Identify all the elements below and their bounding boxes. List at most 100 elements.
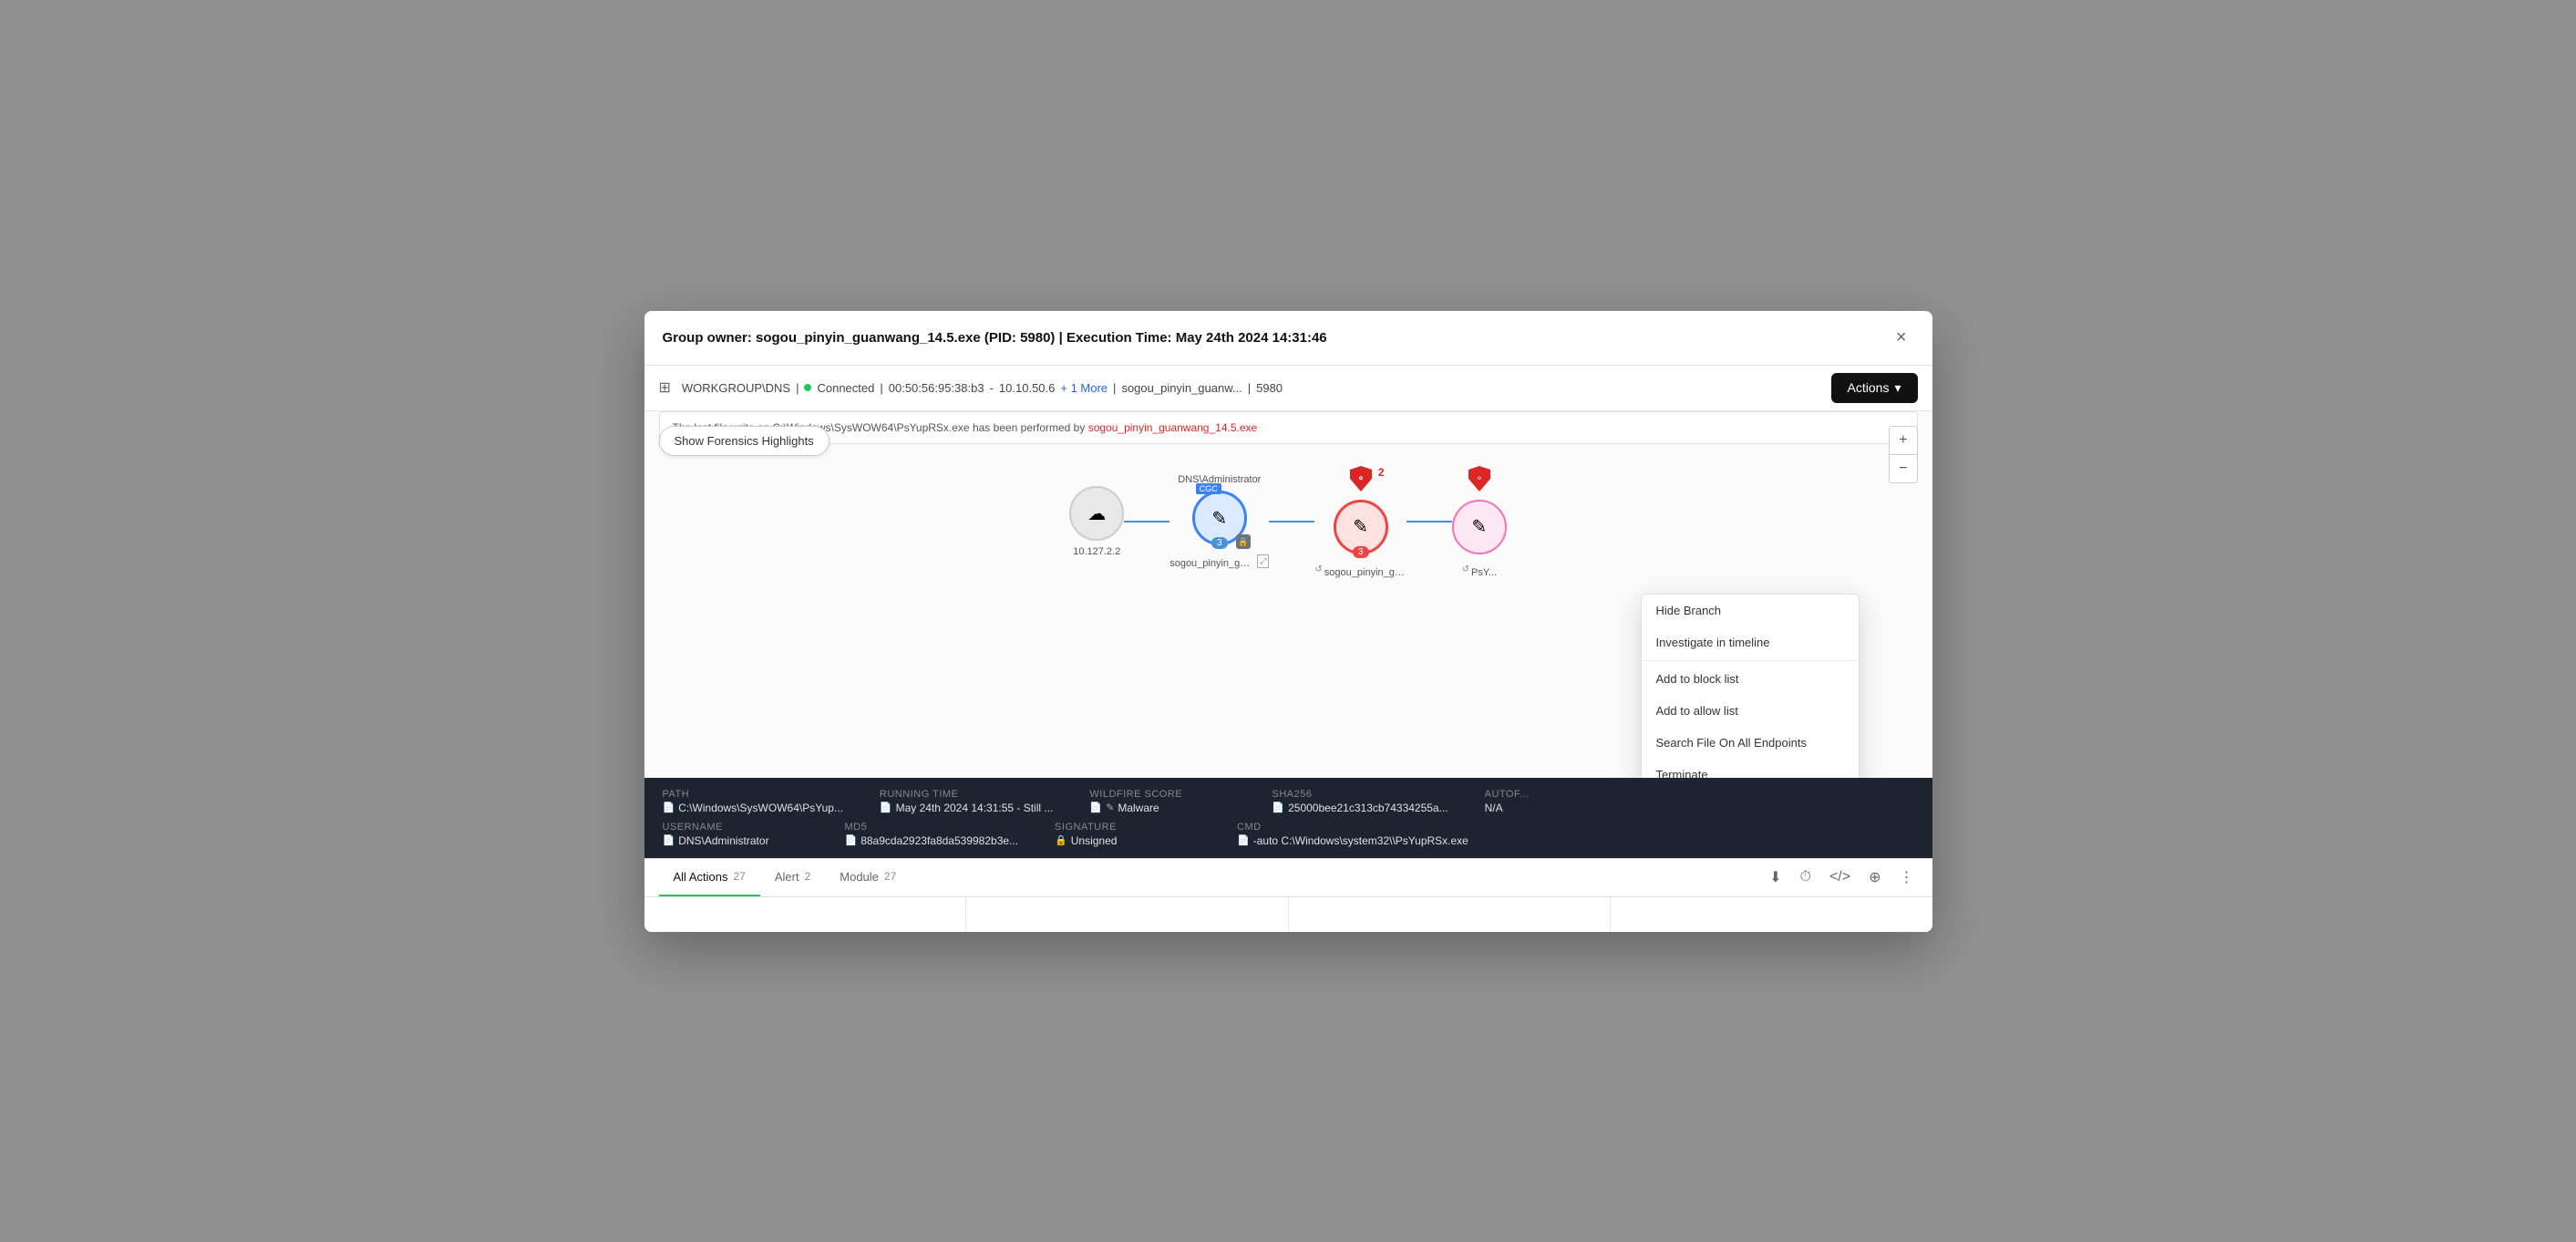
table-preview: [644, 896, 1932, 932]
shield-count: 2: [1378, 466, 1385, 479]
expand-btn-blue[interactable]: ⤢: [1257, 554, 1269, 568]
path-text: C:\Windows\SysWOW64\PsYup...: [678, 802, 843, 814]
md5-value: 📄 88a9cda2923fa8da539982b3e...: [845, 834, 1019, 847]
investigate-timeline-label: Investigate in timeline: [1656, 636, 1770, 649]
zoom-in-button[interactable]: +: [1890, 427, 1916, 455]
menu-item-add-allow-list[interactable]: Add to allow list: [1642, 695, 1859, 727]
lock-icon: 🔒: [1236, 534, 1251, 549]
toolbar: ⊞ WORKGROUP\DNS | Connected | 00:50:56:9…: [644, 366, 1932, 411]
menu-item-terminate[interactable]: Terminate: [1642, 759, 1859, 778]
sublabel-red-wrapper: ↺ sogou_pinyin_guanwa...: [1314, 562, 1406, 578]
table-cell-3: [1289, 897, 1612, 932]
info-item-autofocus: AUTOF... N/A: [1485, 789, 1631, 814]
breadcrumb: WORKGROUP\DNS | Connected | 00:50:56:95:…: [682, 381, 1283, 395]
cgc-badge: CGC: [1196, 483, 1221, 494]
download-button[interactable]: ⬇: [1766, 864, 1785, 890]
shield-wrapper: ⚬ 2: [1350, 466, 1372, 494]
tab-module[interactable]: Module 27: [825, 859, 911, 896]
node-psy: ⚬ ✎ ↺ PsY...: [1452, 466, 1507, 578]
canvas-area: Show Forensics Highlights + − ☁: [644, 411, 1932, 778]
wildfire-text: Malware: [1118, 802, 1159, 814]
tab-all-actions[interactable]: All Actions 27: [659, 859, 760, 896]
tab-alert[interactable]: Alert 2: [760, 859, 825, 896]
node-sogou-blue-label: sogou_pinyin_guanwa...: [1170, 558, 1252, 569]
bottom-panel-row-2: USERNAME 📄 DNS\Administrator MD5 📄 88a9c…: [663, 822, 1914, 847]
badge-red: 3: [1353, 546, 1369, 558]
code-button[interactable]: </>: [1826, 865, 1854, 889]
pid-label: 5980: [1256, 381, 1283, 395]
node-psy-label: PsY...: [1471, 567, 1497, 578]
shield-icon: ⚬: [1350, 466, 1372, 492]
cmd-icon: 📄: [1237, 834, 1250, 846]
node-sogou-red-label: sogou_pinyin_guanwa...: [1324, 567, 1406, 578]
menu-item-hide-branch[interactable]: Hide Branch: [1642, 595, 1859, 626]
search-file-label: Search File On All Endpoints: [1656, 736, 1807, 750]
info-link[interactable]: sogou_pinyin_guanwang_14.5.exe: [1088, 421, 1258, 434]
tab-all-actions-label: All Actions: [674, 870, 728, 884]
cmd-label: CMD: [1237, 822, 1510, 833]
path-value: 📄 C:\Windows\SysWOW64\PsYup...: [663, 802, 843, 814]
info-item-running-time: RUNNING TIME 📄 May 24th 2024 14:31:55 - …: [880, 789, 1053, 814]
filter-button[interactable]: ⊕: [1865, 864, 1884, 890]
running-time-text: May 24th 2024 14:31:55 - Still ...: [896, 802, 1054, 814]
actions-chevron: ▾: [1894, 380, 1901, 396]
bottom-panel: PATH 📄 C:\Windows\SysWOW64\PsYup... RUNN…: [644, 778, 1932, 858]
clock-button[interactable]: ⏱: [1796, 865, 1814, 889]
dash: -: [990, 381, 994, 395]
path-label: PATH: [663, 789, 843, 800]
menu-item-add-block-list[interactable]: Add to block list: [1642, 663, 1859, 695]
grid-icon: ⊞: [659, 378, 671, 397]
info-bar: The last file write on C:\Windows\SysWOW…: [659, 411, 1918, 444]
sha256-value: 📄 25000bee21c313cb74334255a...: [1272, 802, 1448, 814]
actions-button[interactable]: Actions ▾: [1831, 373, 1918, 403]
md5-label: MD5: [845, 822, 1019, 833]
tab-module-count: 27: [884, 870, 896, 883]
svg-text:⚬: ⚬: [1356, 474, 1364, 484]
add-block-list-label: Add to block list: [1656, 672, 1739, 686]
mac-address: 00:50:56:95:38:b3: [889, 381, 984, 395]
menu-item-search-file[interactable]: Search File On All Endpoints: [1642, 727, 1859, 759]
shield-solo-icon: ⚬: [1468, 466, 1490, 492]
node-circle-pink[interactable]: ✎: [1452, 500, 1507, 554]
modal-overlay: Group owner: sogou_pinyin_guanwang_14.5.…: [0, 0, 2576, 1242]
refresh-icon-pink: ↺: [1462, 564, 1469, 574]
close-button[interactable]: ×: [1889, 324, 1914, 352]
separator4: |: [1248, 381, 1251, 395]
wildfire-label: WILDFIRE SCORE: [1089, 789, 1235, 800]
info-item-signature: SIGNATURE 🔒 Unsigned: [1055, 822, 1200, 847]
connector-1: [1124, 521, 1170, 523]
tabs-left: All Actions 27 Alert 2 Module 27: [659, 859, 912, 896]
wildfire-icon: 📄: [1089, 802, 1102, 813]
table-cell-1: [644, 897, 967, 932]
info-item-username: USERNAME 📄 DNS\Administrator: [663, 822, 809, 847]
autofocus-value: N/A: [1485, 802, 1631, 814]
main-content: Show Forensics Highlights + − ☁: [644, 411, 1932, 858]
table-cell-2: [966, 897, 1289, 932]
refresh-icon-red: ↺: [1314, 564, 1322, 574]
hide-branch-label: Hide Branch: [1656, 604, 1722, 617]
process-label: sogou_pinyin_guanw...: [1121, 381, 1242, 395]
forensics-button[interactable]: Show Forensics Highlights: [659, 426, 829, 456]
tab-alert-label: Alert: [775, 870, 799, 884]
node-sogou-red: ⚬ 2 ✎ 3 ↺ sogou_pinyin_guanwa..: [1314, 466, 1406, 578]
signature-text: Unsigned: [1071, 834, 1118, 847]
wildfire-icon2: ✎: [1106, 802, 1114, 813]
more-options-button[interactable]: ⋮: [1896, 864, 1918, 890]
tab-module-label: Module: [840, 870, 879, 884]
username-value: 📄 DNS\Administrator: [663, 834, 809, 847]
md5-icon: 📄: [845, 834, 858, 846]
running-time-icon: 📄: [880, 802, 892, 813]
menu-item-investigate-timeline[interactable]: Investigate in timeline: [1642, 626, 1859, 658]
connector-3: [1406, 521, 1452, 523]
separator: |: [796, 381, 799, 395]
info-item-path: PATH 📄 C:\Windows\SysWOW64\PsYup...: [663, 789, 843, 814]
toolbar-left: ⊞ WORKGROUP\DNS | Connected | 00:50:56:9…: [659, 378, 1283, 397]
sublabel-pink-wrapper: ↺ PsY...: [1462, 562, 1497, 578]
running-time-value: 📄 May 24th 2024 14:31:55 - Still ...: [880, 802, 1053, 814]
node-wrapper-blue: CGC ✎ 3 🔒: [1192, 491, 1247, 545]
menu-divider-1: [1642, 660, 1859, 661]
signature-value: 🔒 Unsigned: [1055, 834, 1200, 847]
md5-text: 88a9cda2923fa8da539982b3e...: [860, 834, 1018, 847]
signature-icon: 🔒: [1055, 834, 1067, 846]
more-link[interactable]: + 1 More: [1060, 381, 1108, 395]
